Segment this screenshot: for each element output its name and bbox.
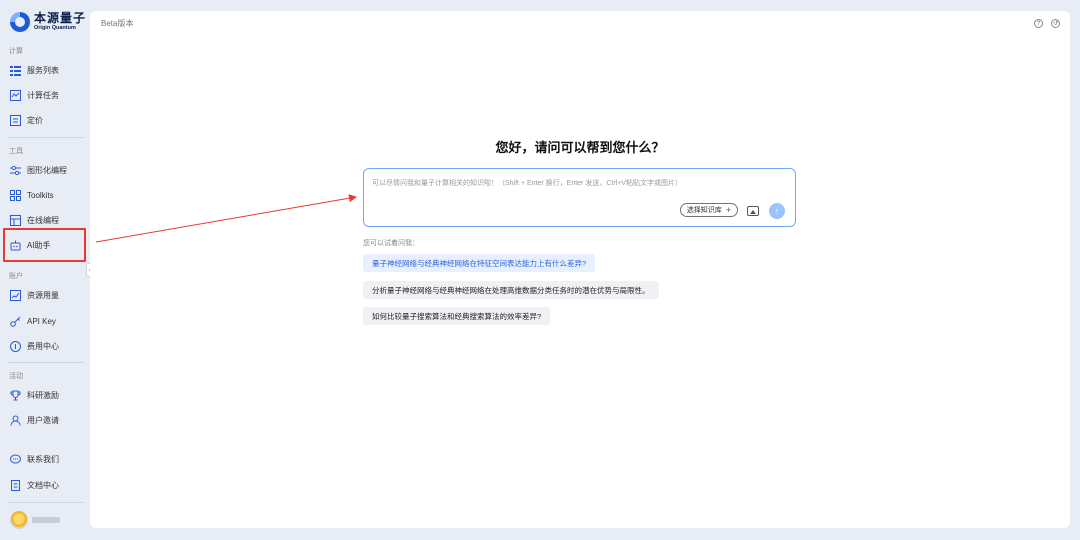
sidebar-item-usage[interactable]: 资源用量: [10, 288, 59, 302]
sidebar-item-pricing[interactable]: 定价: [10, 113, 43, 127]
brand-name-cn: 本源量子: [34, 11, 87, 26]
sidebar-item-label: 资源用量: [27, 290, 59, 300]
select-knowledge-base-button[interactable]: 选择知识库 +: [679, 203, 738, 217]
trophy-icon: [10, 390, 21, 401]
kb-button-label: 选择知识库: [686, 207, 722, 214]
sidebar-item-label: API Key: [27, 316, 56, 326]
logo-icon: [10, 12, 30, 32]
sidebar-item-label: 文档中心: [27, 480, 59, 490]
highlight-annotation-box: [3, 228, 86, 262]
key-icon: [10, 316, 21, 327]
sidebar-item-user-invite[interactable]: 用户邀请: [10, 413, 59, 427]
sidebar-item-label: Toolkits: [27, 190, 54, 200]
user-name-redacted: [32, 517, 60, 523]
doc-icon: [10, 479, 21, 491]
chart-icon: [10, 289, 21, 301]
sidebar-item-contact-us[interactable]: 联系我们: [10, 452, 59, 466]
task-icon: [10, 89, 21, 101]
user-profile[interactable]: [10, 511, 60, 529]
sidebar-item-label: 科研激励: [27, 390, 59, 400]
arrow-up-icon: ↑: [774, 206, 780, 216]
suggestion-chip[interactable]: 量子神经网络与经典神经网络在特征空间表达能力上有什么差异?: [363, 254, 596, 272]
graph-program-icon: [10, 165, 21, 176]
send-button[interactable]: ↑: [769, 203, 785, 219]
sidebar-item-label: 服务列表: [27, 65, 59, 75]
avatar[interactable]: [10, 511, 28, 529]
suggestions-label: 您可以试着问我：: [363, 240, 419, 247]
sidebar-divider: [8, 362, 84, 363]
chat-input-box[interactable]: 可以尽情问我和量子计算相关的知识啦！（Shift + Enter 换行，Ente…: [363, 168, 796, 227]
section-label-activity: 活动: [9, 373, 23, 380]
brand-logo[interactable]: 本源量子 Origin Quantum: [10, 12, 86, 32]
list-icon: [10, 65, 21, 76]
coin-icon: [10, 340, 21, 352]
sidebar-item-tasks[interactable]: 计算任务: [10, 88, 59, 102]
pricing-icon: [10, 114, 21, 126]
sidebar-item-toolkits[interactable]: Toolkits: [10, 188, 54, 202]
sidebar-item-billing[interactable]: 费用中心: [10, 339, 59, 353]
sidebar-item-graphical-programming[interactable]: 图形化编程: [10, 163, 67, 177]
sidebar-item-label: 图形化编程: [27, 165, 67, 175]
main-panel: Beta版本 ? ↺ 您好，请问可以帮到您什么？ 可以尽情问我和量子计算相关的知…: [90, 11, 1070, 528]
sidebar-item-online-coding[interactable]: 在线编程: [10, 213, 59, 227]
user-icon: [10, 415, 21, 426]
sidebar-item-label: 定价: [27, 115, 43, 125]
sidebar-item-label: 用户邀请: [27, 415, 59, 425]
sidebar: 本源量子 Origin Quantum 计算 服务列表 计算任务 定价 工具 图…: [0, 0, 90, 540]
section-label-account: 账户: [9, 273, 23, 280]
sidebar-item-research-incentive[interactable]: 科研激励: [10, 388, 59, 402]
sidebar-divider: [8, 502, 84, 503]
image-upload-icon[interactable]: [747, 206, 759, 216]
suggestion-chip[interactable]: 分析量子神经网络与经典神经网络在处理高维数据分类任务时的潜在优势与局限性。: [363, 281, 659, 299]
sidebar-item-api-key[interactable]: API Key: [10, 314, 56, 328]
beta-label: Beta版本: [101, 19, 134, 28]
chat-input[interactable]: 可以尽情问我和量子计算相关的知识啦！（Shift + Enter 换行，Ente…: [372, 178, 682, 188]
sidebar-divider: [8, 137, 84, 138]
history-icon[interactable]: ↺: [1051, 19, 1060, 28]
sidebar-item-label: 联系我们: [27, 454, 59, 464]
plus-icon: +: [725, 204, 731, 215]
code-icon: [10, 214, 21, 226]
sidebar-item-label: 计算任务: [27, 90, 59, 100]
sidebar-item-services[interactable]: 服务列表: [10, 63, 59, 77]
brand-name-en: Origin Quantum: [34, 25, 76, 32]
chat-icon: [10, 454, 21, 465]
suggestion-chip[interactable]: 如何比较量子搜索算法和经典搜索算法的效率差异?: [363, 307, 551, 325]
toolkits-icon: [10, 189, 21, 201]
section-label-compute: 计算: [9, 48, 23, 55]
sidebar-item-label: 在线编程: [27, 215, 59, 225]
section-label-tools: 工具: [9, 148, 23, 155]
help-icon[interactable]: ?: [1034, 19, 1043, 28]
sidebar-item-label: 费用中心: [27, 341, 59, 351]
sidebar-item-docs[interactable]: 文档中心: [10, 478, 59, 492]
greeting-heading: 您好，请问可以帮到您什么？: [495, 140, 665, 155]
